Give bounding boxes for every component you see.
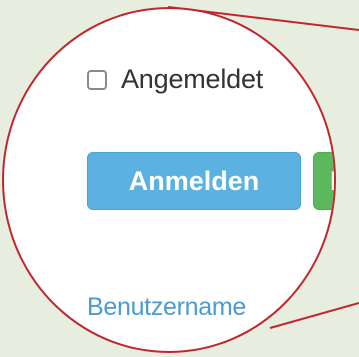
username-link[interactable]: Benutzername bbox=[87, 293, 246, 322]
remember-me-row: Angemeldet bbox=[87, 64, 263, 95]
remember-me-label: Angemeldet bbox=[121, 64, 264, 94]
register-button[interactable]: R bbox=[313, 152, 334, 210]
zoom-callout: Angemeldet Anmelden R Benutzername bbox=[0, 0, 359, 357]
callout-line-bottom bbox=[269, 302, 359, 329]
login-button[interactable]: Anmelden bbox=[87, 152, 301, 210]
remember-me-checkbox[interactable] bbox=[87, 69, 107, 90]
magnifier-circle: Angemeldet Anmelden R Benutzername bbox=[2, 7, 336, 353]
